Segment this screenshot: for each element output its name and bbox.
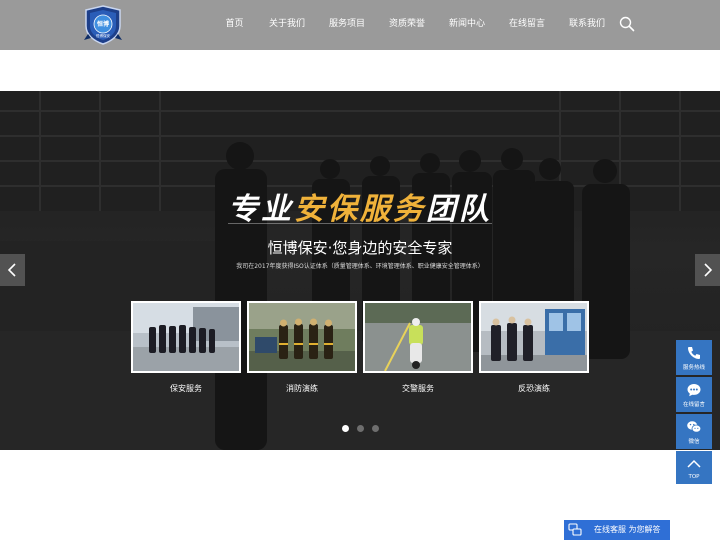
service-card-security[interactable]: [131, 301, 241, 373]
service-card-traffic[interactable]: [363, 301, 473, 373]
service-card-fire-drill-label[interactable]: 消防演练: [247, 383, 357, 394]
service-card-security-label[interactable]: 保安服务: [131, 383, 241, 394]
carousel-next-button[interactable]: [695, 254, 720, 286]
headline-divider: [228, 223, 492, 224]
back-to-top-label: TOP: [688, 474, 700, 480]
hero-banner: 专业安保服务团队 恒博保安·您身边的安全专家 我司在2017年度获得ISO认证体…: [0, 91, 720, 450]
logo-badge[interactable]: 恒博 恒博保安: [82, 4, 124, 46]
traffic-service-photo: [365, 303, 471, 371]
fire-drill-photo: [249, 303, 355, 371]
nav-item-message[interactable]: 在线留言: [497, 0, 557, 50]
logo-text: 恒博: [97, 20, 109, 28]
carousel-dot-2[interactable]: [357, 425, 364, 432]
banner-background: [0, 91, 720, 450]
security-service-photo: [133, 303, 239, 371]
side-message-label: 在线留言: [682, 402, 705, 408]
online-service-label: 在线客服 为您解答: [594, 525, 661, 534]
banner-subtitle: 恒博保安·您身边的安全专家: [267, 239, 453, 257]
nav-item-qualifications[interactable]: 资质荣誉: [377, 0, 437, 50]
side-hotline-label: 服务热线: [682, 365, 705, 371]
back-to-top-button[interactable]: TOP: [676, 451, 712, 484]
search-icon[interactable]: [619, 16, 635, 32]
nav-item-news[interactable]: 新闻中心: [437, 0, 497, 50]
banner-headline: 专业安保服务团队: [0, 184, 720, 228]
online-service-button[interactable]: 在线客服 为您解答: [564, 520, 670, 540]
service-card-fire-drill[interactable]: [247, 301, 357, 373]
anti-terror-drill-photo: [481, 303, 587, 371]
nav-item-about[interactable]: 关于我们: [257, 0, 317, 50]
carousel-prev-button[interactable]: [0, 254, 25, 286]
service-card-traffic-label[interactable]: 交警服务: [363, 383, 473, 394]
wechat-icon: [687, 421, 702, 433]
chat-icon: [568, 523, 582, 536]
phone-icon: [688, 347, 700, 359]
site-header: 恒博 恒博保安 首页 关于我们 服务项目 资质荣誉 新闻中心 在线留言 联系我们: [0, 0, 720, 50]
nav-item-contact[interactable]: 联系我们: [557, 0, 617, 50]
carousel-dots: [342, 425, 379, 432]
side-wechat-label: 微信: [688, 439, 700, 445]
nav-item-home[interactable]: 首页: [212, 0, 257, 50]
side-message-button[interactable]: 在线留言: [676, 377, 712, 412]
headline-part-1: 专业: [228, 192, 294, 227]
headline-part-2: 团队: [426, 192, 492, 227]
logo-caption: 恒博保安: [96, 33, 110, 38]
service-card-anti-terror-label[interactable]: 反恐演练: [479, 383, 589, 394]
headline-highlight: 安保服务: [294, 192, 426, 227]
nav-item-services[interactable]: 服务项目: [317, 0, 377, 50]
chevron-up-icon: [687, 459, 701, 468]
service-card-anti-terror[interactable]: [479, 301, 589, 373]
side-wechat-button[interactable]: 微信: [676, 414, 712, 449]
banner-description: 我司在2017年度获得ISO认证体系（质量管理体系、环境管理体系、职业健康安全管…: [236, 263, 484, 270]
side-hotline-button[interactable]: 服务热线: [676, 340, 712, 375]
chat-bubble-icon: [687, 384, 701, 397]
carousel-dot-3[interactable]: [372, 425, 379, 432]
carousel-dot-1[interactable]: [342, 425, 349, 432]
main-nav: 首页 关于我们 服务项目 资质荣誉 新闻中心 在线留言 联系我们: [212, 0, 617, 50]
